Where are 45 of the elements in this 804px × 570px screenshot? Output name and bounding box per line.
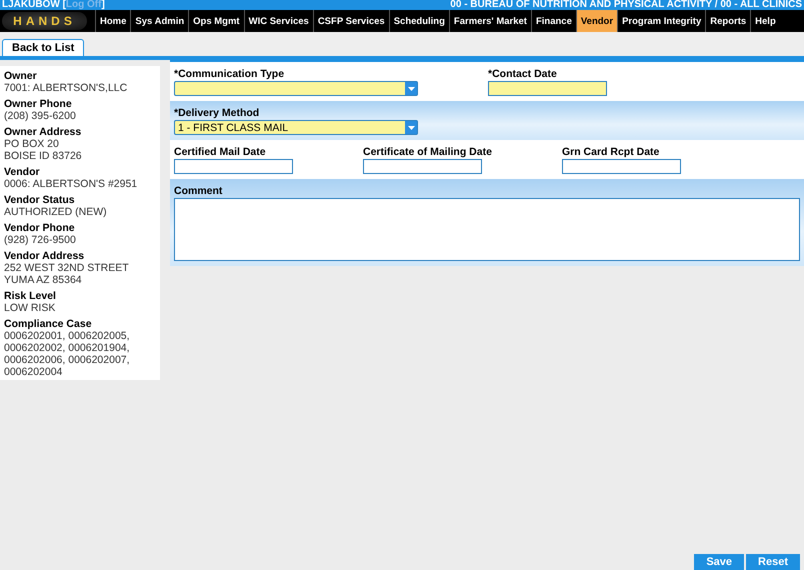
menu-item[interactable]: Program Integrity (617, 10, 706, 32)
info-value: BOISE ID 83726 (4, 150, 83, 162)
field-label: *Communication Type (174, 68, 286, 80)
info-value: 7001: ALBERTSON'S,LLC (4, 82, 128, 94)
info-value: YUMA AZ 85364 (4, 274, 83, 286)
info-label: Vendor (4, 166, 41, 178)
hands-logo: HANDS (2, 12, 87, 30)
info-value: LOW RISK (4, 302, 56, 314)
bracket: ] (101, 0, 105, 10)
info-value: (208) 395-6200 (4, 110, 77, 122)
info-value: 0006202001, 0006202005, 0006202002, 0006201904, 0006202006, 0006202007, 0006202004 (4, 330, 131, 378)
dropdown-field[interactable] (174, 81, 418, 96)
field-label: *Delivery Method (174, 107, 260, 119)
info-label: Risk Level (4, 290, 57, 302)
menu-item[interactable]: Vendor (576, 10, 618, 32)
info-label: Vendor Phone (4, 222, 76, 234)
info-label: Owner Phone (4, 98, 73, 110)
field-label: *Contact Date (488, 68, 558, 80)
info-value: 0006: ALBERTSON'S #2951 (4, 178, 138, 190)
info-label: Vendor Address (4, 250, 86, 262)
field-label: Grn Card Rcpt Date (562, 146, 660, 158)
caret-icon (405, 121, 417, 134)
date-field[interactable] (488, 81, 607, 96)
field-label: Comment (174, 185, 224, 197)
back-tab[interactable]: Back to List (2, 39, 84, 56)
info-label: Owner (4, 70, 38, 82)
user-name: LJAKUBOW (2, 0, 60, 10)
info-label: Vendor Status (4, 194, 76, 206)
date-field[interactable] (174, 159, 293, 174)
info-label: Compliance Case (4, 318, 93, 330)
info-value: 252 WEST 32ND STREET (4, 262, 130, 274)
field-label: Certified Mail Date (174, 146, 267, 158)
caret-icon (405, 82, 417, 95)
dropdown-field[interactable]: 1 - FIRST CLASS MAIL (174, 120, 418, 135)
comment-field[interactable] (174, 198, 800, 261)
info-value: PO BOX 20 (4, 138, 60, 150)
organization-title: 00 - BUREAU OF NUTRITION AND PHYSICAL ACTIVITY / 00 - ALL CLINICS (450, 0, 802, 10)
info-value: (928) 726-9500 (4, 234, 77, 246)
menu-item[interactable]: Home (95, 10, 130, 32)
date-field[interactable] (363, 159, 482, 174)
date-field[interactable] (562, 159, 681, 174)
field-label: Certificate of Mailing Date (363, 146, 492, 158)
bracket: [ (62, 0, 66, 10)
info-value: AUTHORIZED (NEW) (4, 206, 108, 218)
info-label: Owner Address (4, 126, 82, 138)
